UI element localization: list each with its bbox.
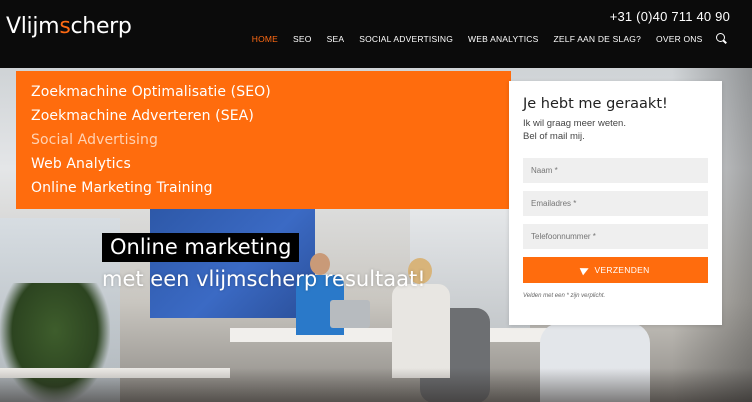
hero-laptop	[330, 300, 370, 328]
nav-web-analytics[interactable]: WEB ANALYTICS	[461, 34, 546, 44]
name-field[interactable]	[523, 158, 708, 183]
send-icon	[580, 264, 591, 276]
services-menu: Zoekmachine Optimalisatie (SEO) Zoekmach…	[16, 71, 511, 209]
site-header: Vlijmscherp +31 (0)40 711 40 90 HOME SEO…	[0, 0, 752, 68]
service-web-analytics[interactable]: Web Analytics	[31, 152, 511, 176]
nav-seo[interactable]: SEO	[286, 34, 320, 44]
hero-subheadline: met een vlijmscherp resultaat!	[102, 267, 426, 291]
search-icon[interactable]	[716, 33, 728, 45]
main-nav: HOME SEO SEA SOCIAL ADVERTISING WEB ANAL…	[244, 33, 728, 45]
submit-label: VERZENDEN	[594, 265, 650, 275]
phone-field[interactable]	[523, 224, 708, 249]
nav-over-ons[interactable]: OVER ONS	[649, 34, 710, 44]
nav-home[interactable]: HOME	[244, 34, 285, 44]
email-field[interactable]	[523, 191, 708, 216]
form-subtitle-line1: Ik wil graag meer weten.	[523, 118, 626, 129]
nav-zelf-aan-de-slag[interactable]: ZELF AAN DE SLAG?	[546, 34, 649, 44]
service-training[interactable]: Online Marketing Training	[31, 176, 511, 200]
form-subtitle-line2: Bel of mail mij.	[523, 131, 585, 142]
submit-button[interactable]: VERZENDEN	[523, 257, 708, 283]
form-subtitle: Ik wil graag meer weten. Bel of mail mij…	[523, 117, 708, 143]
logo-accent: s	[59, 14, 71, 39]
logo-suffix: cherp	[70, 14, 132, 39]
phone-number[interactable]: +31 (0)40 711 40 90	[610, 9, 730, 24]
contact-form: Je hebt me geraakt! Ik wil graag meer we…	[509, 81, 722, 325]
service-sea[interactable]: Zoekmachine Adverteren (SEA)	[31, 104, 511, 128]
nav-sea[interactable]: SEA	[319, 34, 352, 44]
hero-shade	[0, 368, 752, 402]
form-required-note: Velden met een * zijn verplicht.	[523, 293, 606, 299]
form-title: Je hebt me geraakt!	[523, 96, 668, 112]
hero-wall-graphic	[150, 208, 315, 318]
logo-prefix: Vlijm	[6, 14, 60, 39]
logo[interactable]: Vlijmscherp	[6, 14, 132, 39]
nav-social-advertising[interactable]: SOCIAL ADVERTISING	[352, 34, 461, 44]
hero-headline: Online marketing	[102, 233, 300, 262]
service-social-advertising[interactable]: Social Advertising	[31, 128, 511, 152]
service-seo[interactable]: Zoekmachine Optimalisatie (SEO)	[31, 80, 511, 104]
